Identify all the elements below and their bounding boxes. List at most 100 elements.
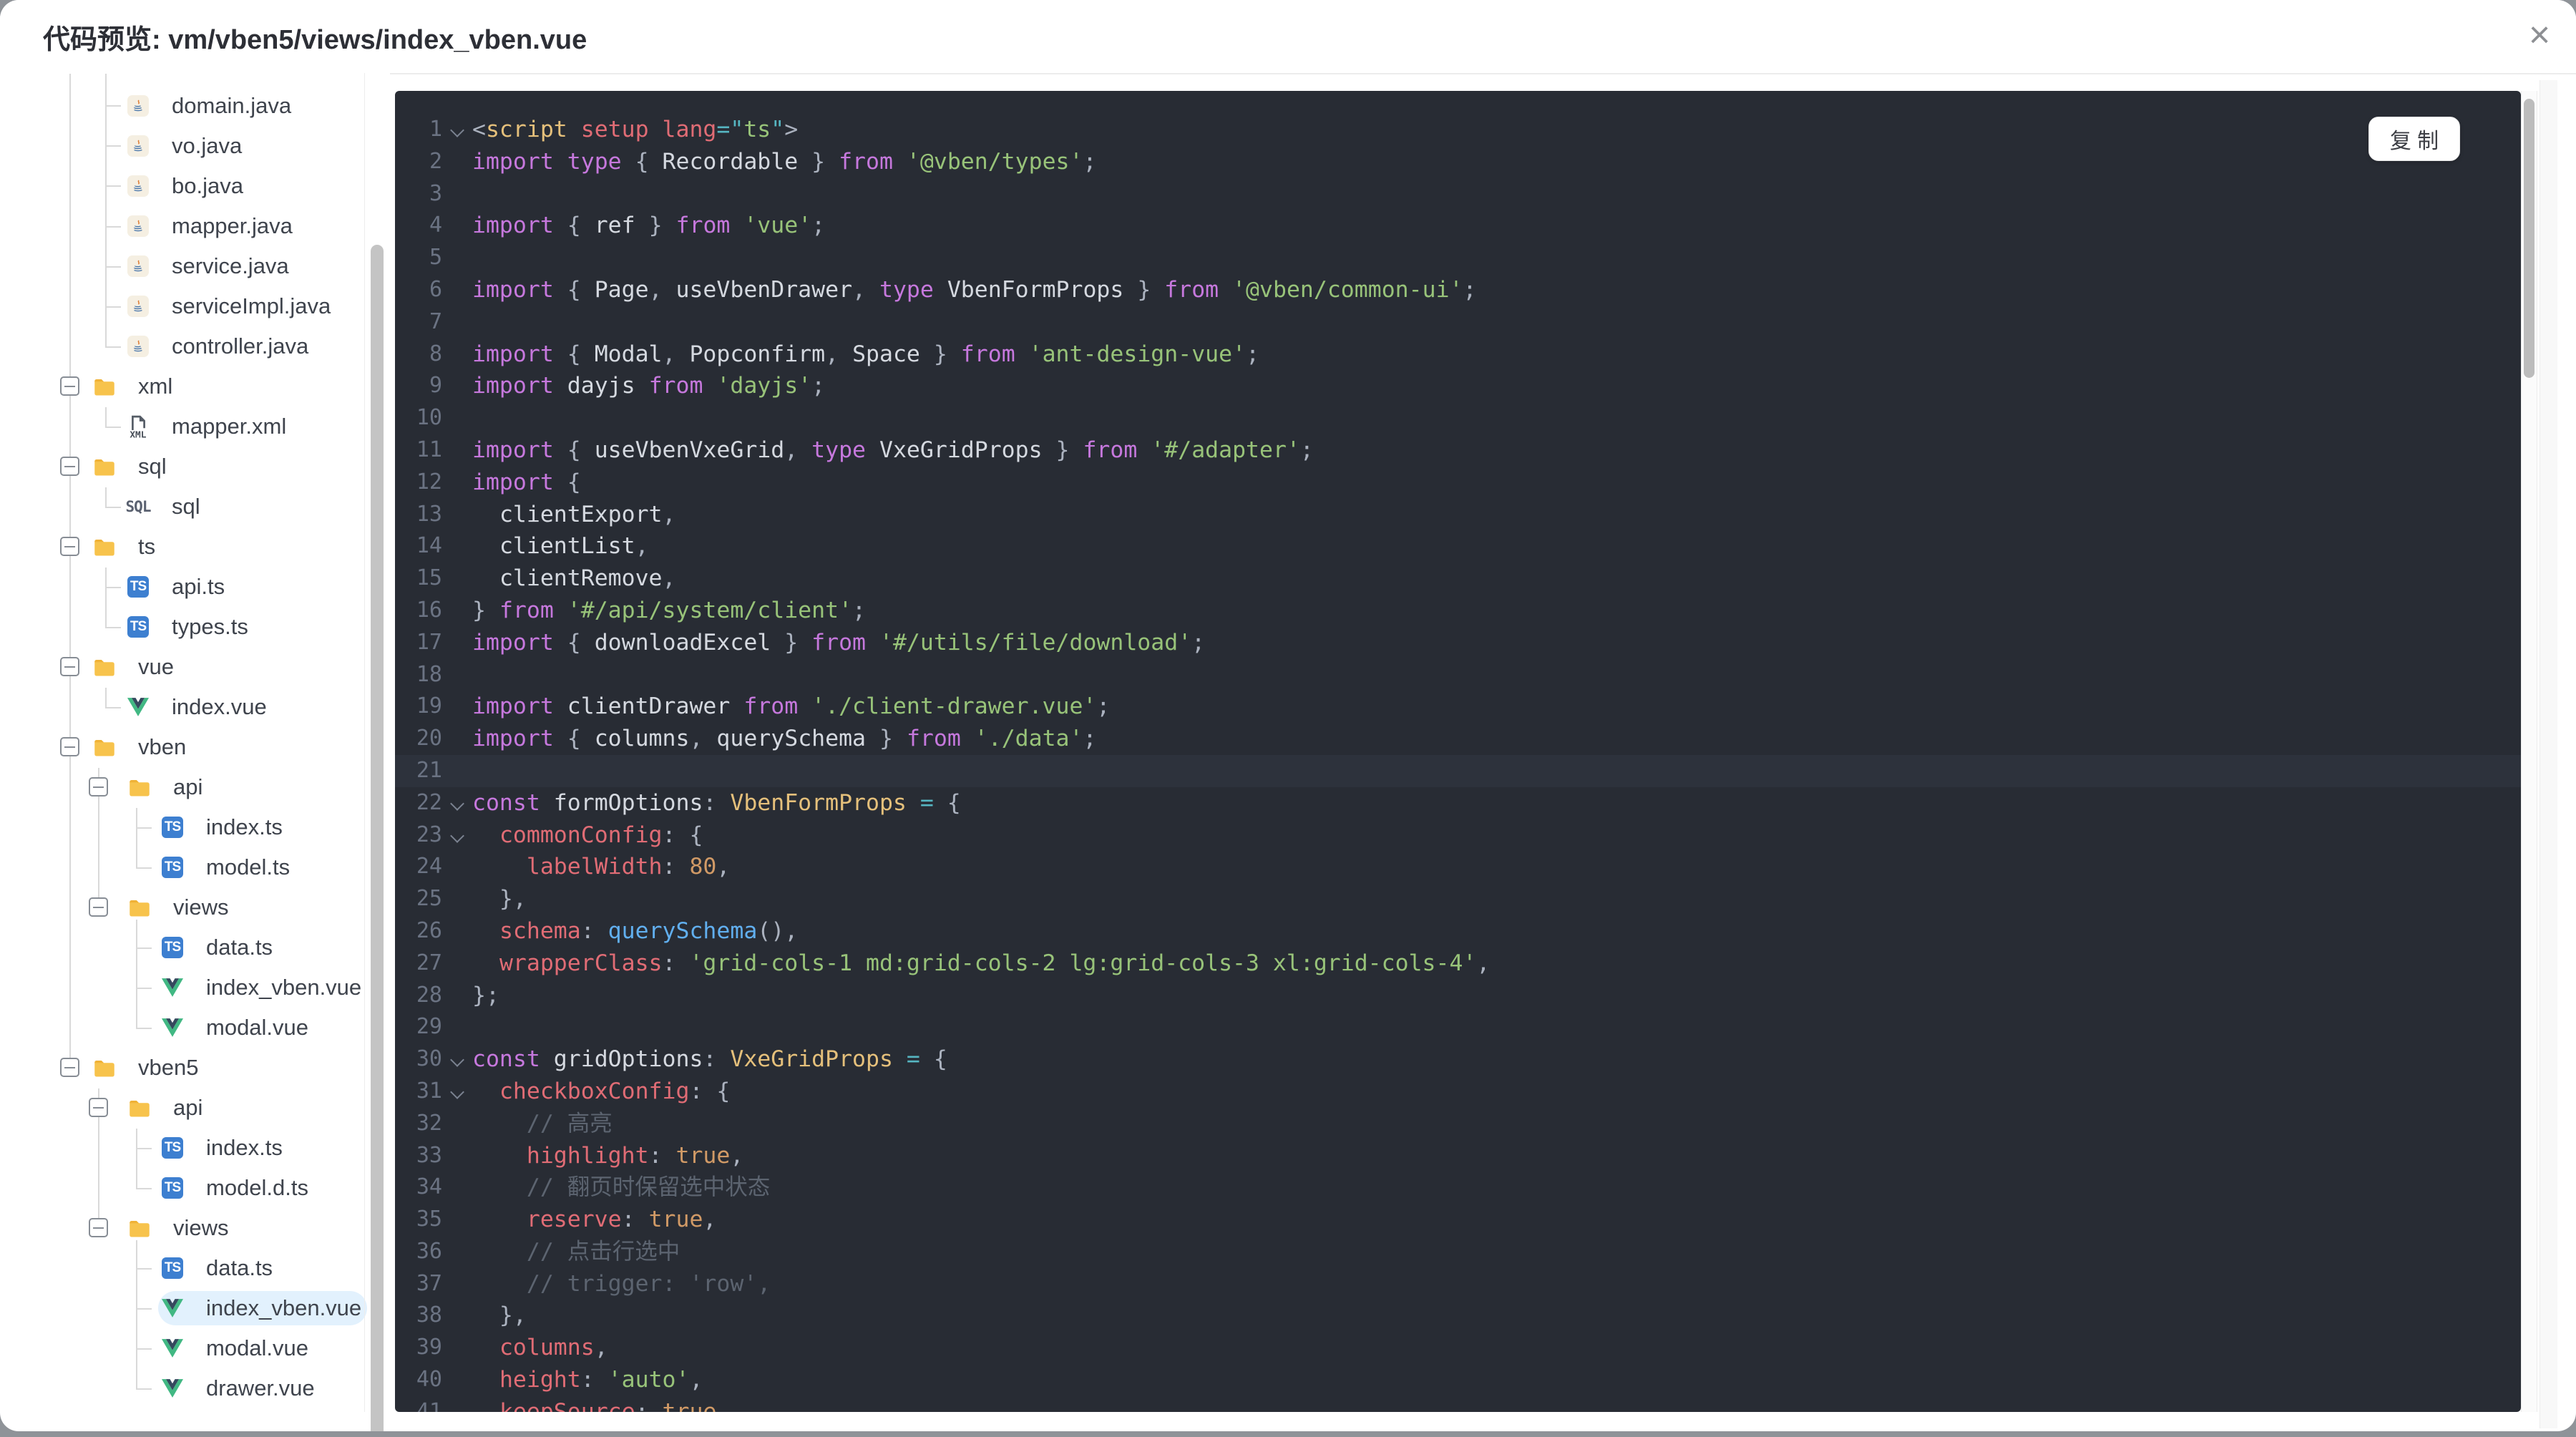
xml-file-icon: XML — [127, 415, 149, 439]
fold-chevron-icon[interactable] — [450, 1053, 464, 1068]
svg-text:XML: XML — [130, 430, 146, 439]
tree-item-mapper-xml[interactable]: XML mapper.xml — [0, 406, 390, 447]
tree-item-types-ts[interactable]: TS types.ts — [0, 607, 390, 647]
tree-item-vben5[interactable]: vben5 — [0, 1048, 390, 1088]
code-line: 28}; — [395, 980, 2521, 1012]
line-number: 22 — [416, 789, 442, 815]
code-line: 9 import dayjs from 'dayjs'; — [395, 370, 2521, 402]
tree-item-index-vben-vue[interactable]: index_vben.vue — [0, 1288, 390, 1328]
tree-item-modal-vue[interactable]: modal.vue — [0, 1008, 390, 1048]
collapse-toggle-icon[interactable] — [60, 657, 79, 676]
tree-item-index-ts[interactable]: TS index.ts — [0, 1128, 390, 1168]
tree-item-api[interactable]: api — [0, 1088, 390, 1128]
tree-item-label: vben — [138, 734, 187, 759]
tree-item-label: api.ts — [172, 574, 225, 599]
collapse-toggle-icon[interactable] — [60, 737, 79, 756]
line-number: 29 — [416, 1014, 442, 1040]
code-line: 27 wrapperClass: 'grid-cols-1 md:grid-co… — [395, 948, 2521, 980]
tree-item-modal-vue[interactable]: modal.vue — [0, 1328, 390, 1368]
tree-item-data-ts[interactable]: TS data.ts — [0, 927, 390, 968]
copy-button[interactable]: 复 制 — [2368, 117, 2460, 161]
tree-item-service-java[interactable]: service.java — [0, 246, 390, 286]
line-number: 15 — [416, 565, 442, 591]
tree-item-ts[interactable]: ts — [0, 527, 390, 567]
collapse-toggle-icon[interactable] — [89, 1098, 108, 1117]
tree-item-data-ts[interactable]: TS data.ts — [0, 1248, 390, 1288]
line-number: 3 — [429, 180, 442, 206]
code-text: import { Modal, Popconfirm, Space } from… — [472, 341, 1260, 367]
tree-item-views[interactable]: views — [0, 1208, 390, 1248]
tree-item-controller-java[interactable]: controller.java — [0, 326, 390, 366]
folder-icon — [129, 1097, 150, 1119]
code-line: 30 const gridOptions: VxeGridProps = { — [395, 1043, 2521, 1076]
tree-item-xml[interactable]: xml — [0, 366, 390, 406]
code-text: commonConfig: { — [499, 822, 703, 848]
collapse-toggle-icon[interactable] — [60, 537, 79, 556]
fold-chevron-icon[interactable] — [450, 796, 464, 811]
java-file-icon — [127, 95, 149, 117]
ts-file-icon: TS — [162, 817, 183, 838]
close-button[interactable]: × — [2516, 11, 2563, 59]
editor-scrollbar-thumb[interactable] — [2524, 99, 2534, 378]
tree-item-mapper-java[interactable]: mapper.java — [0, 206, 390, 246]
tree-item-domain-java[interactable]: domain.java — [0, 86, 390, 126]
code-text: height: 'auto', — [499, 1367, 703, 1393]
code-text: import { ref } from 'vue'; — [472, 213, 826, 239]
fold-chevron-icon[interactable] — [450, 1085, 464, 1099]
line-number: 27 — [416, 950, 442, 975]
ts-file-icon: TS — [162, 1257, 183, 1279]
collapse-toggle-icon[interactable] — [89, 1218, 108, 1237]
code-text: columns, — [499, 1335, 608, 1361]
tree-item-index-vue[interactable]: index.vue — [0, 687, 390, 727]
tree-item-api-ts[interactable]: TS api.ts — [0, 567, 390, 607]
line-number: 7 — [429, 308, 442, 334]
tree-item-drawer-vue[interactable]: drawer.vue — [0, 1368, 390, 1408]
tree-item-vben[interactable]: vben — [0, 727, 390, 767]
tree-scrollbar-thumb[interactable] — [371, 245, 384, 1431]
collapse-toggle-icon[interactable] — [89, 897, 108, 917]
tree-item-api[interactable]: api — [0, 767, 390, 807]
tree-item-label: vo.java — [172, 133, 243, 158]
tree-item-model-d-ts[interactable]: TS model.d.ts — [0, 1168, 390, 1208]
code-text: checkboxConfig: { — [499, 1078, 731, 1104]
line-number: 1 — [429, 117, 442, 142]
tree-item-label: domain.java — [172, 93, 292, 118]
folder-icon — [94, 456, 115, 477]
code-line: 5 — [395, 242, 2521, 274]
tree-item-label: index.ts — [206, 1135, 283, 1160]
tree-item-index-vben-vue[interactable]: index_vben.vue — [0, 968, 390, 1008]
line-number: 17 — [416, 629, 442, 655]
tree-item-bo-java[interactable]: bo.java — [0, 166, 390, 206]
line-number: 23 — [416, 822, 442, 847]
tree-item-label: index_vben.vue — [206, 975, 362, 1000]
code-line: 17 import { downloadExcel } from '#/utils… — [395, 627, 2521, 659]
tree-item-label: types.ts — [172, 614, 248, 639]
tree-item-sql[interactable]: sql — [0, 447, 390, 487]
line-number: 30 — [416, 1046, 442, 1072]
code-line: 33 highlight: true, — [395, 1140, 2521, 1172]
tree-item-vo-java[interactable]: vo.java — [0, 126, 390, 166]
tree-item-views[interactable]: views — [0, 887, 390, 927]
tree-item-label: index.ts — [206, 814, 283, 839]
tree-item-label: data.ts — [206, 935, 273, 960]
code-line: 35 reserve: true, — [395, 1204, 2521, 1236]
code-pane: 1 <script setup lang="ts"> 2 import type { … — [395, 114, 2521, 1412]
line-number: 38 — [416, 1302, 442, 1328]
collapse-toggle-icon[interactable] — [89, 777, 108, 797]
collapse-toggle-icon[interactable] — [60, 1058, 79, 1077]
vue-file-icon — [162, 1338, 183, 1359]
tree-item-model-ts[interactable]: TS model.ts — [0, 847, 390, 887]
folder-icon — [94, 1057, 115, 1078]
tree-item-serviceimpl-java[interactable]: serviceImpl.java — [0, 286, 390, 326]
tree-item-sql[interactable]: SQL sql — [0, 487, 390, 527]
code-text: reserve: true, — [526, 1207, 717, 1233]
tree-item-vue[interactable]: vue — [0, 647, 390, 687]
line-number: 2 — [429, 148, 442, 174]
collapse-toggle-icon[interactable] — [60, 457, 79, 476]
tree-item-index-ts[interactable]: TS index.ts — [0, 807, 390, 847]
code-text: labelWidth: 80, — [526, 854, 731, 880]
collapse-toggle-icon[interactable] — [60, 376, 79, 396]
fold-chevron-icon[interactable] — [450, 123, 464, 137]
fold-chevron-icon[interactable] — [450, 828, 464, 843]
java-file-icon — [127, 336, 149, 357]
